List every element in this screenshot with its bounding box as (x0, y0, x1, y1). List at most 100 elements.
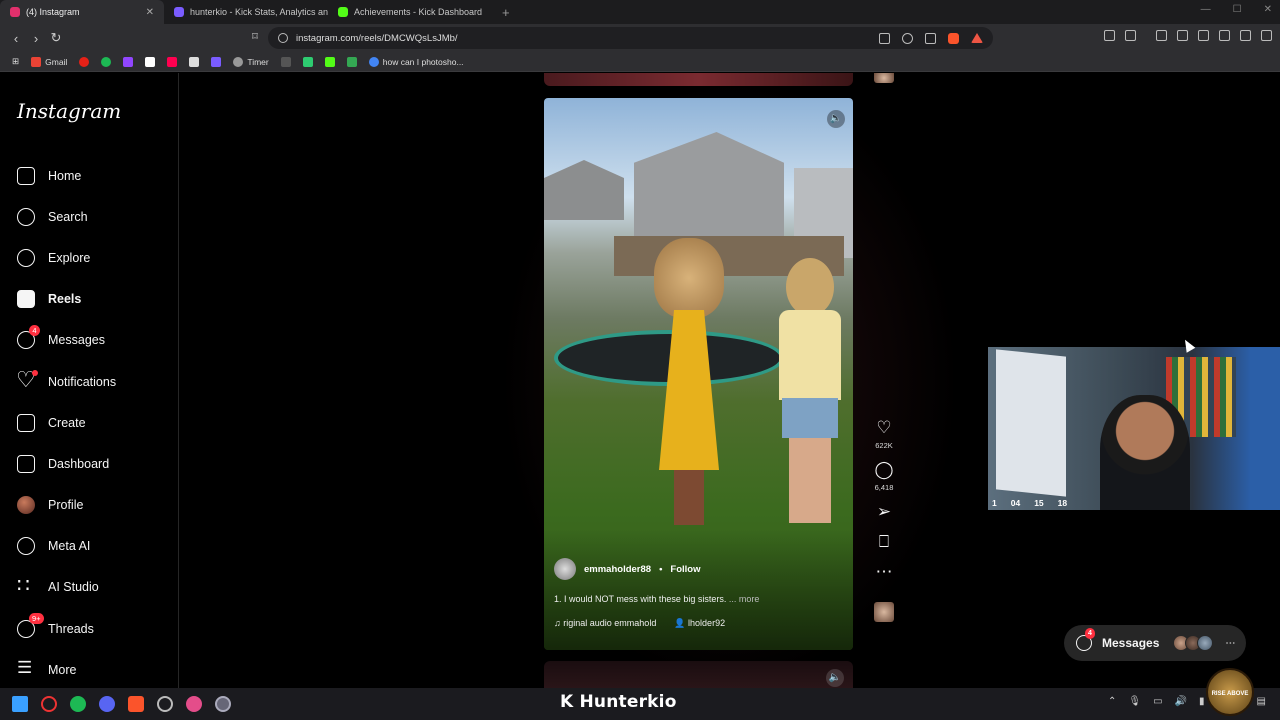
extension-icon[interactable] (1104, 30, 1115, 41)
sidebar-item-more[interactable]: More (0, 649, 178, 690)
maps-pin-icon[interactable] (186, 696, 202, 712)
bookmark-timer[interactable]: Timer (233, 56, 269, 67)
taskbar-apps (0, 696, 231, 712)
windows-start-icon[interactable] (12, 696, 28, 712)
follow-button[interactable]: Follow (670, 564, 700, 575)
sidebar-item-threads[interactable]: 9+ Threads (0, 608, 178, 649)
previous-audio-thumb[interactable] (874, 73, 894, 83)
like-count: 622K (875, 441, 893, 450)
forward-icon[interactable]: › (26, 31, 46, 46)
sidebar-item-notifications[interactable]: Notifications (0, 361, 178, 402)
sidebar-item-explore[interactable]: Explore (0, 237, 178, 278)
tab-instagram[interactable]: (4) Instagram ✕ (0, 0, 164, 24)
leo-ai-icon[interactable] (1219, 30, 1230, 41)
tab-achievements[interactable]: Achievements - Kick Dashboard (328, 0, 492, 24)
bookmark-drive[interactable] (346, 56, 357, 67)
notification-icon[interactable]: ▤ (1257, 696, 1266, 707)
bookmark-youtube[interactable] (79, 56, 90, 67)
share-icon[interactable] (925, 32, 936, 44)
share-action[interactable]: ➢ (874, 502, 894, 522)
volume-icon[interactable]: 🔊 (1175, 696, 1187, 707)
bookmark-kick[interactable] (324, 56, 335, 67)
sidebar-icon[interactable] (1177, 30, 1188, 41)
close-window-icon[interactable]: ✕ (1264, 4, 1272, 15)
more-options[interactable]: ⋯ (874, 562, 894, 582)
bookmark-mixed[interactable] (280, 56, 291, 67)
bookmark-google-search[interactable]: how can I photosho... (368, 56, 464, 67)
battery-icon[interactable]: ▮ (1199, 696, 1205, 707)
chevron-up-icon[interactable]: ⌃ (1108, 696, 1116, 707)
bookmark-site[interactable] (189, 56, 200, 67)
cast-icon[interactable] (879, 32, 890, 44)
music-icon[interactable] (1156, 30, 1167, 41)
brave-icon[interactable] (128, 696, 144, 712)
browser-tab-bar: (4) Instagram ✕ hunterkio - Kick Stats, … (0, 0, 1280, 24)
tab-hunterkio[interactable]: hunterkio - Kick Stats, Analytics and (164, 0, 328, 24)
app-icon[interactable] (215, 696, 231, 712)
bookmark-streamlabs[interactable] (211, 56, 222, 67)
home-icon (17, 166, 35, 185)
sidebar-item-search[interactable]: Search (0, 196, 178, 237)
reel-video[interactable]: 🔈 emmaholder88 • Follow 1. I would NOT m… (544, 98, 853, 650)
window-controls: — ☐ ✕ (1201, 4, 1272, 15)
bookmark-green[interactable] (302, 56, 313, 67)
instagram-logo[interactable]: Instagram (17, 99, 121, 123)
vpn-icon[interactable] (1240, 30, 1251, 41)
webcam-overlay: 1 04 15 18 (988, 347, 1280, 510)
bookmark-x[interactable] (145, 56, 156, 67)
back-icon[interactable]: ‹ (6, 31, 26, 46)
audio-link[interactable]: ♫ riginal audio emmahold (554, 618, 656, 629)
bookmark-tiktok[interactable] (167, 56, 178, 67)
author-username[interactable]: emmaholder88 (584, 564, 651, 575)
caption-more-link[interactable]: ... more (729, 594, 760, 604)
brave-rewards-icon[interactable] (971, 33, 983, 43)
comment-action[interactable]: ◯ 6,418 (874, 460, 894, 492)
audio-thumbnail[interactable] (874, 602, 894, 622)
sidebar-item-ai-studio[interactable]: AI Studio (0, 567, 178, 608)
site-info-icon[interactable] (278, 33, 288, 43)
save-action[interactable]: ⎕ (874, 532, 894, 552)
wallet2-icon[interactable] (1198, 30, 1209, 41)
sidebar-item-dashboard[interactable]: Dashboard (0, 443, 178, 484)
messages-popup-button[interactable]: 4 Messages ⋯ (1064, 625, 1246, 661)
reload-icon[interactable]: ↻ (46, 30, 66, 46)
minimize-icon[interactable]: — (1201, 4, 1211, 15)
tagged-user[interactable]: 👤 lholder92 (674, 618, 725, 629)
bookmark-twitch[interactable] (123, 56, 134, 67)
next-reel-mute-icon[interactable]: 🔈 (826, 669, 844, 687)
maximize-icon[interactable]: ☐ (1233, 4, 1242, 15)
previous-reel[interactable] (544, 73, 853, 86)
bookmark-icon[interactable]: ⌑ (245, 30, 265, 43)
new-tab-button[interactable]: + (492, 5, 520, 20)
menu-icon[interactable] (1261, 30, 1272, 41)
audio-label: riginal audio emmahold (563, 618, 657, 628)
author-avatar[interactable] (554, 558, 576, 580)
display-icon[interactable]: ▭ (1153, 696, 1162, 707)
bookmark-spotify[interactable] (101, 56, 112, 67)
reel-caption[interactable]: 1. I would NOT mess with these big siste… (554, 594, 844, 604)
mute-icon[interactable]: 🔈 (827, 110, 845, 128)
opera-icon[interactable] (41, 696, 57, 712)
brave-shields-icon[interactable] (948, 32, 959, 44)
sidebar-item-messages[interactable]: 4 Messages (0, 320, 178, 361)
twitch-icon (123, 56, 134, 67)
next-reel[interactable] (544, 661, 853, 688)
sidebar-item-meta-ai[interactable]: Meta AI (0, 526, 178, 567)
microphone-icon[interactable]: 🎙 (1128, 696, 1141, 707)
sidebar-item-profile[interactable]: Profile (0, 485, 178, 526)
sidebar-item-create[interactable]: Create (0, 402, 178, 443)
bookmark-gmail[interactable]: Gmail (31, 56, 67, 67)
streamer-brand: K Hunterkio (560, 692, 677, 712)
sidebar-nav: Home Search Explore Reels 4 Messages Noti… (0, 155, 178, 690)
zoom-icon[interactable] (902, 32, 913, 44)
discord-icon[interactable] (99, 696, 115, 712)
obs-icon[interactable] (157, 696, 173, 712)
spotify-icon[interactable] (70, 696, 86, 712)
wallet-icon[interactable] (1125, 30, 1136, 41)
close-tab-icon[interactable]: ✕ (146, 7, 154, 18)
sidebar-item-home[interactable]: Home (0, 155, 178, 196)
url-field[interactable]: instagram.com/reels/DMCWQsLsJMb/ (268, 27, 993, 49)
sidebar-item-reels[interactable]: Reels (0, 279, 178, 320)
like-action[interactable]: ♡ 622K (874, 418, 894, 450)
apps-grid-icon[interactable]: ⊞ (12, 56, 19, 67)
